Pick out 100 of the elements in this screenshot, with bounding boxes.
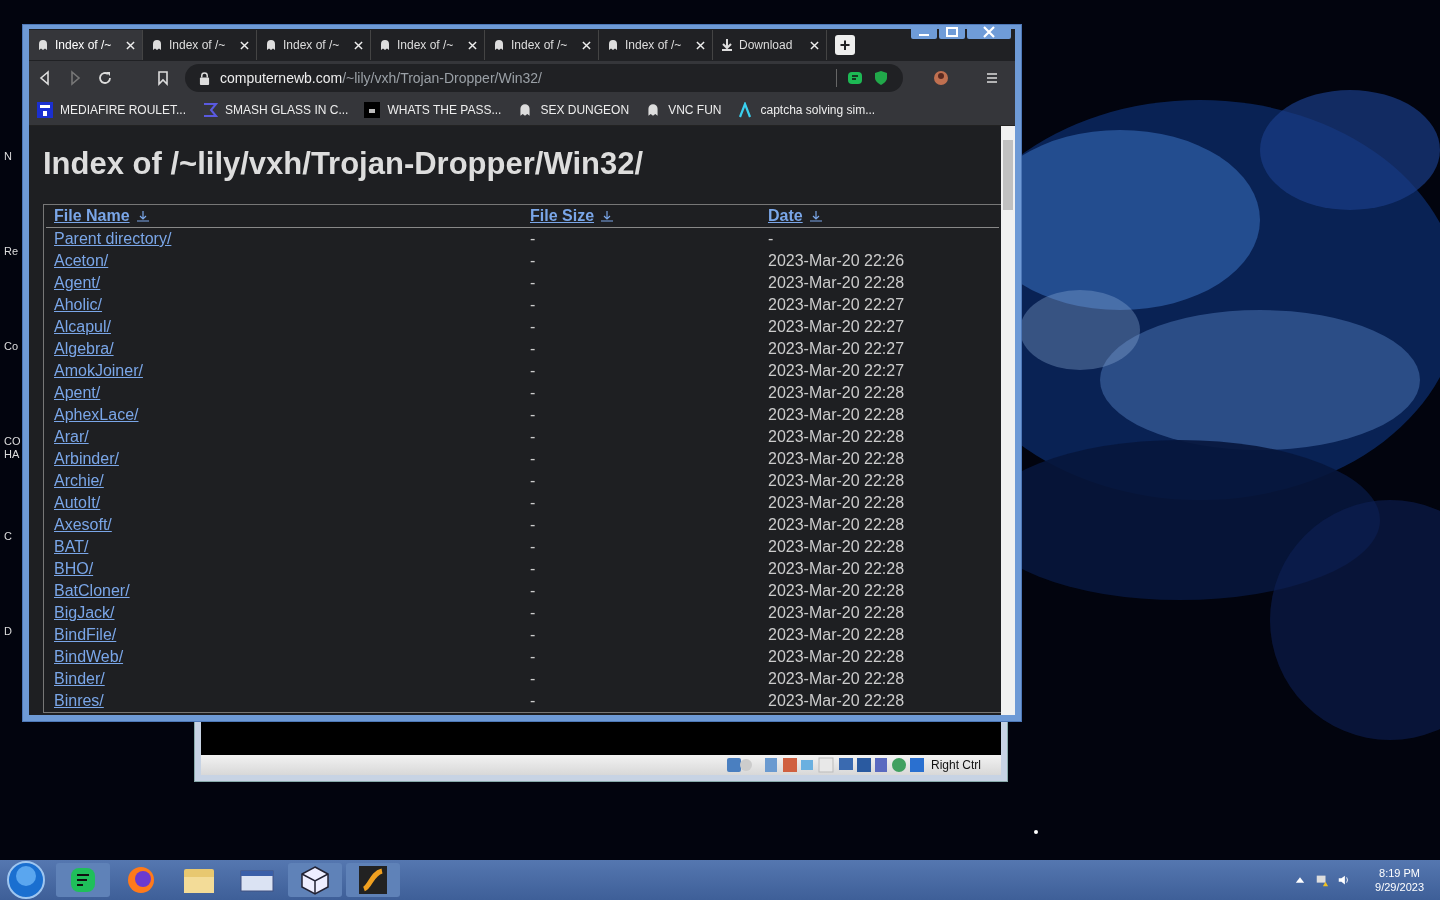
chat-app-icon[interactable]: [56, 863, 110, 897]
directory-link[interactable]: Arbinder/: [54, 450, 119, 468]
close-icon[interactable]: [696, 40, 705, 50]
ghost-icon: [264, 38, 278, 52]
sort-arrow-icon[interactable]: [600, 210, 615, 222]
desktop-icon-label[interactable]: N: [4, 150, 22, 163]
directory-link[interactable]: AmokJoiner/: [54, 362, 143, 380]
sort-arrow-icon[interactable]: [808, 210, 823, 222]
table-cell: 2023-Mar-20 22:28: [768, 274, 905, 292]
address-bar[interactable]: computernewb.com/~lily/vxh/Trojan-Dropper/Win32/: [185, 64, 903, 92]
bookmark-item[interactable]: MEDIAFIRE ROULET...: [37, 102, 187, 118]
directory-link[interactable]: Algebra/: [54, 340, 114, 358]
directory-link[interactable]: Apent/: [54, 384, 101, 402]
host-key-label: Right Ctrl: [931, 758, 981, 772]
maximize-icon[interactable]: [939, 25, 965, 39]
desktop-icon-label[interactable]: D: [4, 625, 22, 638]
reload-icon[interactable]: [97, 70, 113, 86]
table-cell: 2023-Mar-20 22:28: [768, 538, 905, 556]
table-cell: -: [530, 274, 536, 292]
table-cell: -: [530, 692, 536, 710]
directory-link[interactable]: Archie/: [54, 472, 104, 490]
bookmark-item[interactable]: SEX DUNGEON: [517, 102, 630, 118]
directory-link[interactable]: AphexLace/: [54, 406, 139, 424]
browser-tab[interactable]: Index of /~: [29, 30, 143, 60]
table-cell: 2023-Mar-20 22:27: [768, 340, 905, 358]
scrollbar-thumb[interactable]: [1003, 140, 1013, 210]
column-header-link[interactable]: File Size: [530, 207, 595, 225]
table-cell: -: [530, 318, 536, 336]
start-button[interactable]: [6, 860, 46, 900]
directory-link[interactable]: Axesoft/: [54, 516, 112, 534]
menu-icon[interactable]: [985, 71, 999, 85]
table-cell: 2023-Mar-20 22:28: [768, 582, 905, 600]
table-cell: 2023-Mar-20 22:28: [768, 384, 905, 402]
ghost-icon: [606, 38, 620, 52]
desktop-icon-label[interactable]: C: [4, 530, 22, 543]
directory-link[interactable]: Aholic/: [54, 296, 103, 314]
table-cell: -: [530, 230, 536, 248]
close-icon[interactable]: [468, 40, 477, 50]
directory-link[interactable]: Parent directory/: [54, 230, 172, 248]
column-header-link[interactable]: File Name: [54, 207, 130, 225]
new-tab-button[interactable]: +: [835, 35, 855, 55]
bookmark-item[interactable]: captcha solving sim...: [737, 102, 876, 118]
directory-link[interactable]: Arar/: [54, 428, 89, 446]
sigma-icon: [202, 102, 219, 118]
directory-link[interactable]: BAT/: [54, 538, 89, 556]
desktop-icon-label[interactable]: Co: [4, 340, 22, 353]
close-icon[interactable]: [582, 40, 591, 50]
table-cell: -: [530, 296, 536, 314]
close-icon[interactable]: [240, 40, 249, 50]
shield-icon[interactable]: [873, 70, 889, 86]
directory-link[interactable]: BindFile/: [54, 626, 117, 644]
table-cell: 2023-Mar-20 22:28: [768, 626, 905, 644]
close-icon[interactable]: [126, 40, 135, 50]
table-cell: 2023-Mar-20 22:28: [768, 604, 905, 622]
directory-link[interactable]: Alcapul/: [54, 318, 111, 336]
clock[interactable]: 8:19 PM 9/29/2023: [1375, 866, 1424, 894]
desktop-icon-label[interactable]: Re: [4, 245, 22, 258]
bookmark-item[interactable]: WHATS THE PASS...: [364, 102, 502, 118]
table-cell: -: [530, 516, 536, 534]
bookmark-item[interactable]: SMASH GLASS IN C...: [202, 102, 349, 118]
extension-icon[interactable]: [847, 70, 863, 86]
close-icon[interactable]: [354, 40, 363, 50]
ghost-icon: [378, 38, 392, 52]
close-icon[interactable]: [810, 40, 819, 50]
profile-avatar-icon[interactable]: [933, 70, 949, 86]
directory-link[interactable]: BatCloner/: [54, 582, 130, 600]
dark-square-icon: [364, 102, 381, 118]
table-cell: -: [530, 560, 536, 578]
table-cell: 2023-Mar-20 22:27: [768, 318, 905, 336]
ghost-icon: [36, 38, 50, 52]
bookmark-item[interactable]: VNC FUN: [645, 102, 722, 118]
network-icon[interactable]: [1315, 873, 1330, 887]
directory-link[interactable]: AutoIt/: [54, 494, 101, 512]
directory-link[interactable]: BHO/: [54, 560, 94, 578]
directory-link[interactable]: Binres/: [54, 692, 104, 710]
bookmark-icon[interactable]: [155, 70, 171, 86]
table-cell: -: [530, 362, 536, 380]
table-cell: 2023-Mar-20 22:28: [768, 560, 905, 578]
directory-link[interactable]: Aceton/: [54, 252, 109, 270]
directory-link[interactable]: BigJack/: [54, 604, 115, 622]
sort-arrow-icon[interactable]: [135, 210, 150, 222]
table-cell: 2023-Mar-20 22:28: [768, 670, 905, 688]
app-icon[interactable]: [346, 863, 400, 897]
directory-link[interactable]: BindWeb/: [54, 648, 124, 666]
directory-link[interactable]: Agent/: [54, 274, 101, 292]
table-cell: -: [530, 472, 536, 490]
scrollbar[interactable]: [1001, 126, 1015, 715]
table-cell: 2023-Mar-20 22:28: [768, 648, 905, 666]
table-cell: 2023-Mar-20 22:27: [768, 362, 905, 380]
ghost-icon: [150, 38, 164, 52]
table-cell: -: [530, 428, 536, 446]
column-header-link[interactable]: Date: [768, 207, 803, 225]
ghost-icon: [492, 38, 506, 52]
table-cell: -: [530, 582, 536, 600]
table-cell: -: [768, 230, 774, 248]
table-cell: 2023-Mar-20 22:26: [768, 252, 905, 270]
directory-link[interactable]: Binder/: [54, 670, 105, 688]
table-cell: -: [530, 670, 536, 688]
cube-icon[interactable]: [288, 863, 342, 897]
desktop-icon-label[interactable]: CO HA: [4, 435, 22, 461]
